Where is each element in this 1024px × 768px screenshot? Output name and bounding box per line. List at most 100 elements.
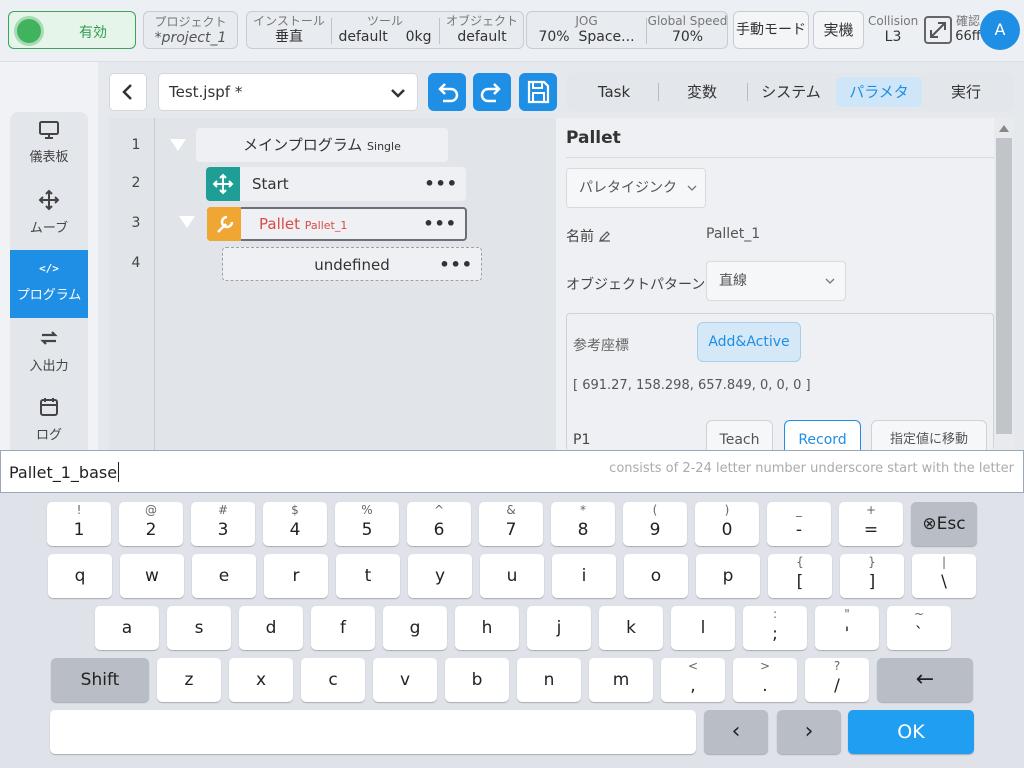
key-;[interactable]: :; [743, 606, 807, 650]
cursor-left-key[interactable]: ‹ [704, 710, 768, 754]
collapse-triangle-icon[interactable] [179, 216, 195, 228]
pattern-select[interactable]: 直線 [706, 261, 846, 301]
nav-dashboard[interactable]: 儀表板 [10, 112, 88, 180]
p1-label: P1 [573, 432, 591, 448]
save-button[interactable] [519, 73, 557, 111]
key-n[interactable]: n [517, 658, 581, 702]
key-r[interactable]: r [264, 554, 328, 598]
redo-button[interactable] [473, 73, 511, 111]
key-c[interactable]: c [301, 658, 365, 702]
key-=[interactable]: + = [839, 502, 903, 546]
user-avatar[interactable]: A [980, 10, 1020, 50]
project-indicator[interactable]: プロジェクト *project_1 [143, 11, 238, 49]
key-a[interactable]: a [95, 606, 159, 650]
esc-key[interactable]: ⊗Esc [911, 502, 977, 546]
nav-program[interactable]: </> プログラム [10, 250, 88, 318]
key-,[interactable]: <, [661, 658, 725, 702]
key-i[interactable]: i [552, 554, 616, 598]
name-value[interactable]: Pallet_1 [706, 226, 760, 242]
nav-log[interactable]: ログ [10, 388, 88, 456]
more-options-icon[interactable]: ••• [424, 167, 458, 201]
file-select[interactable]: Test.jspf * [158, 73, 418, 111]
key-q[interactable]: q [48, 554, 112, 598]
shift-key[interactable]: Shift [51, 658, 149, 702]
space-key[interactable] [50, 710, 696, 754]
key--[interactable]: _ - [767, 502, 831, 546]
install-tool-object-group[interactable]: インストール 垂直 ツール default 0kg オブジェクト default [246, 11, 524, 49]
tab-variables[interactable]: 変数 [658, 73, 746, 111]
tab-system[interactable]: システム [747, 73, 835, 111]
undo-button[interactable] [428, 73, 466, 111]
key-y[interactable]: y [408, 554, 472, 598]
add-active-button[interactable]: Add&Active [697, 322, 801, 362]
key-9[interactable]: (9 [623, 502, 687, 546]
key-'[interactable]: " ' [815, 606, 879, 650]
key-w[interactable]: w [120, 554, 184, 598]
expand-icon[interactable] [924, 16, 952, 44]
tree-node-undefined[interactable]: undefined ••• [222, 247, 482, 281]
tab-task[interactable]: Task [566, 73, 662, 111]
nav-move[interactable]: ムーブ [10, 181, 88, 249]
key-shift-label: + [865, 503, 877, 517]
key-4[interactable]: $4 [263, 502, 327, 546]
key-h[interactable]: h [455, 606, 519, 650]
key-label: b [471, 670, 483, 690]
key-f[interactable]: f [311, 606, 375, 650]
enable-toggle[interactable]: 有効 [8, 11, 136, 49]
key-/[interactable]: ? / [805, 658, 869, 702]
key-t[interactable]: t [336, 554, 400, 598]
key-m[interactable]: m [589, 658, 653, 702]
key-3[interactable]: #3 [191, 502, 255, 546]
ok-button[interactable]: OK [848, 710, 974, 754]
key-e[interactable]: e [192, 554, 256, 598]
key-1[interactable]: ! 1 [47, 502, 111, 546]
key-v[interactable]: v [373, 658, 437, 702]
tree-node-pallet[interactable]: Pallet Pallet_1 ••• [207, 207, 467, 241]
edit-icon[interactable] [598, 229, 612, 243]
key-l[interactable]: l [671, 606, 735, 650]
key-[[interactable]: {[ [768, 554, 832, 598]
key-5[interactable]: % 5 [335, 502, 399, 546]
key-`[interactable]: ~ ` [887, 606, 951, 650]
collapse-triangle-icon[interactable] [170, 139, 186, 151]
more-options-icon[interactable]: ••• [423, 207, 457, 241]
key-z[interactable]: z [157, 658, 221, 702]
key-j[interactable]: j [527, 606, 591, 650]
tree-node-start[interactable]: Start ••• [206, 167, 466, 201]
key-s[interactable]: s [167, 606, 231, 650]
key-\[interactable]: | \ [912, 554, 976, 598]
manual-mode-button[interactable]: 手動モード [733, 11, 809, 49]
tree-node-main-program[interactable]: メインプログラム Single [196, 128, 448, 162]
backspace-key[interactable]: ← [877, 658, 973, 702]
more-options-icon[interactable]: ••• [439, 248, 473, 282]
tab-run[interactable]: 実行 [922, 73, 1010, 111]
key-p[interactable]: p [696, 554, 760, 598]
collision-indicator[interactable]: Collision L3 [868, 14, 918, 46]
key-b[interactable]: b [445, 658, 509, 702]
scrollbar-thumb[interactable] [996, 138, 1012, 434]
cursor-right-key[interactable]: › [777, 710, 841, 754]
nav-io[interactable]: 入出力 [10, 319, 88, 387]
key-u[interactable]: u [480, 554, 544, 598]
key-6[interactable]: ^ 6 [407, 502, 471, 546]
keyboard-input-field[interactable]: Pallet_1_base consists of 2-24 letter nu… [0, 450, 1024, 493]
jog-speed-group[interactable]: JOG 70% Space... Global Speed 70% [526, 11, 728, 49]
scroll-up-icon[interactable] [996, 122, 1012, 134]
line-number: 2 [131, 175, 141, 191]
key-g[interactable]: g [383, 606, 447, 650]
key-o[interactable]: o [624, 554, 688, 598]
key-7[interactable]: & 7 [479, 502, 543, 546]
nav-label: プログラム [16, 288, 82, 303]
key-][interactable]: }] [840, 554, 904, 598]
key-0[interactable]: ) 0 [695, 502, 759, 546]
type-select[interactable]: パレタイジンク [566, 168, 706, 208]
key-k[interactable]: k [599, 606, 663, 650]
key-d[interactable]: d [239, 606, 303, 650]
back-button[interactable] [109, 73, 147, 111]
key-x[interactable]: x [229, 658, 293, 702]
tab-parameters[interactable]: パラメタ [836, 77, 922, 107]
key-.[interactable]: >. [733, 658, 797, 702]
real-machine-button[interactable]: 実機 [813, 11, 864, 49]
key-8[interactable]: * 8 [551, 502, 615, 546]
key-2[interactable]: @2 [119, 502, 183, 546]
